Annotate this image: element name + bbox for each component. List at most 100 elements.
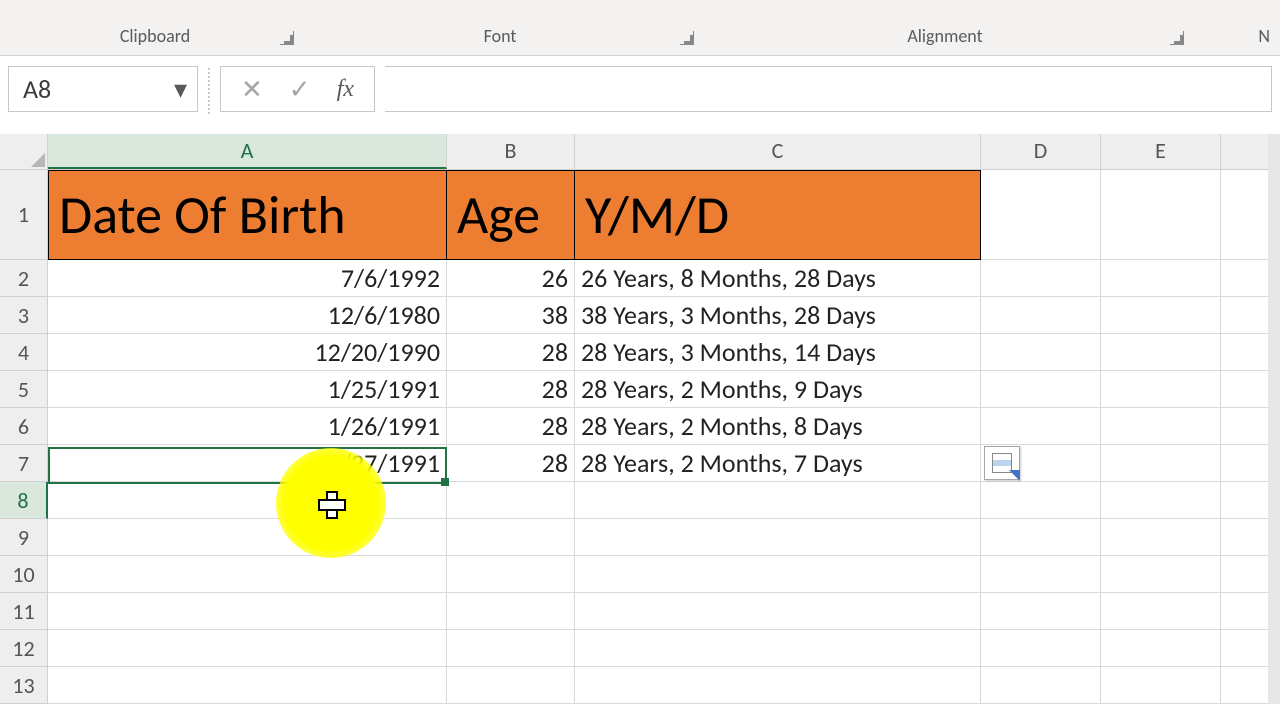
cell[interactable] <box>447 556 575 593</box>
cell[interactable] <box>575 593 981 630</box>
autofill-options-button[interactable] <box>984 446 1020 480</box>
cell[interactable] <box>981 519 1101 556</box>
cell[interactable] <box>1101 445 1221 482</box>
cell[interactable] <box>1101 630 1221 667</box>
row-header-9[interactable]: 9 <box>0 519 48 556</box>
cell[interactable] <box>1101 482 1221 519</box>
chevron-down-icon[interactable]: ▾ <box>174 73 187 105</box>
column-header-row: A B C D E <box>0 134 1280 170</box>
cell[interactable] <box>1101 170 1221 260</box>
cancel-icon[interactable]: ✕ <box>241 73 263 105</box>
cell[interactable] <box>48 519 447 556</box>
fx-icon[interactable]: fx <box>337 76 354 103</box>
dialog-launcher-icon[interactable] <box>680 31 694 45</box>
cell[interactable] <box>575 482 981 519</box>
cell[interactable]: 28 Years, 3 Months, 14 Days <box>575 334 981 371</box>
cell[interactable] <box>575 667 981 704</box>
column-header-D[interactable]: D <box>981 134 1101 169</box>
ribbon-group-font: Font <box>300 25 700 51</box>
cell[interactable] <box>981 170 1101 260</box>
cell[interactable]: 7/6/1992 <box>48 260 447 297</box>
cell[interactable] <box>1101 297 1221 334</box>
cell[interactable]: 28 <box>447 445 575 482</box>
cell[interactable] <box>1101 556 1221 593</box>
row-header-8[interactable]: 8 <box>0 482 48 519</box>
active-cell[interactable] <box>48 482 447 519</box>
cell[interactable]: 1/27/1991 <box>48 445 447 482</box>
row-header-6[interactable]: 6 <box>0 408 48 445</box>
cell[interactable]: 28 Years, 2 Months, 8 Days <box>575 408 981 445</box>
vertical-scrollbar[interactable] <box>1268 134 1280 704</box>
ribbon-group-label: Alignment <box>907 25 982 47</box>
cell[interactable] <box>48 556 447 593</box>
cell[interactable] <box>981 482 1101 519</box>
cell[interactable] <box>1101 371 1221 408</box>
cell[interactable]: 28 <box>447 371 575 408</box>
worksheet-grid[interactable]: A B C D E 1 Date Of Birth Age Y/M/D 2 7/… <box>0 134 1280 704</box>
cell[interactable]: 12/6/1980 <box>48 297 447 334</box>
row-header-12[interactable]: 12 <box>0 630 48 667</box>
accept-icon[interactable]: ✓ <box>289 73 311 105</box>
header-cell-C[interactable]: Y/M/D <box>575 170 981 260</box>
cell[interactable] <box>1101 408 1221 445</box>
cell[interactable] <box>48 630 447 667</box>
formula-bar-row: A8 ▾ ✕ ✓ fx <box>0 56 1280 116</box>
column-header-C[interactable]: C <box>575 134 981 169</box>
row-header-13[interactable]: 13 <box>0 667 48 704</box>
cell[interactable] <box>981 334 1101 371</box>
cell[interactable]: 26 <box>447 260 575 297</box>
dialog-launcher-icon[interactable] <box>1170 31 1184 45</box>
header-cell-B[interactable]: Age <box>447 170 575 260</box>
header-cell-A[interactable]: Date Of Birth <box>48 170 447 260</box>
cell[interactable] <box>981 408 1101 445</box>
cell[interactable] <box>447 630 575 667</box>
cell[interactable] <box>981 630 1101 667</box>
cell[interactable] <box>1101 667 1221 704</box>
cell[interactable]: 28 Years, 2 Months, 9 Days <box>575 371 981 408</box>
table-row: 1 Date Of Birth Age Y/M/D <box>0 170 1280 260</box>
cell[interactable] <box>48 667 447 704</box>
cell[interactable] <box>981 556 1101 593</box>
row-header-11[interactable]: 11 <box>0 593 48 630</box>
cell[interactable] <box>981 593 1101 630</box>
cell[interactable] <box>447 593 575 630</box>
cell[interactable]: 28 Years, 2 Months, 7 Days <box>575 445 981 482</box>
cell[interactable]: 38 <box>447 297 575 334</box>
cell[interactable] <box>1101 260 1221 297</box>
dialog-launcher-icon[interactable] <box>280 31 294 45</box>
cell[interactable] <box>447 482 575 519</box>
cell[interactable]: 1/26/1991 <box>48 408 447 445</box>
row-header-1[interactable]: 1 <box>0 170 48 260</box>
cell[interactable] <box>447 667 575 704</box>
cell[interactable] <box>981 371 1101 408</box>
cell[interactable] <box>1101 593 1221 630</box>
row-header-4[interactable]: 4 <box>0 334 48 371</box>
cell[interactable]: 38 Years, 3 Months, 28 Days <box>575 297 981 334</box>
cell[interactable]: 28 <box>447 408 575 445</box>
select-all-button[interactable] <box>0 134 48 169</box>
cell[interactable] <box>1101 519 1221 556</box>
cell[interactable] <box>575 630 981 667</box>
cell[interactable] <box>447 519 575 556</box>
cell[interactable] <box>575 519 981 556</box>
cell[interactable]: 28 <box>447 334 575 371</box>
cell[interactable]: 26 Years, 8 Months, 28 Days <box>575 260 981 297</box>
cell[interactable] <box>575 556 981 593</box>
column-header-B[interactable]: B <box>447 134 575 169</box>
row-header-3[interactable]: 3 <box>0 297 48 334</box>
row-header-10[interactable]: 10 <box>0 556 48 593</box>
column-header-A[interactable]: A <box>48 134 447 169</box>
cell[interactable] <box>981 667 1101 704</box>
cell[interactable] <box>48 593 447 630</box>
name-box[interactable]: A8 ▾ <box>8 66 198 112</box>
row-header-5[interactable]: 5 <box>0 371 48 408</box>
row-header-7[interactable]: 7 <box>0 445 48 482</box>
cell[interactable]: 12/20/1990 <box>48 334 447 371</box>
cell[interactable] <box>1101 334 1221 371</box>
column-header-E[interactable]: E <box>1101 134 1221 169</box>
row-header-2[interactable]: 2 <box>0 260 48 297</box>
cell[interactable]: 1/25/1991 <box>48 371 447 408</box>
formula-input[interactable] <box>385 66 1272 112</box>
cell[interactable] <box>981 297 1101 334</box>
cell[interactable] <box>981 260 1101 297</box>
